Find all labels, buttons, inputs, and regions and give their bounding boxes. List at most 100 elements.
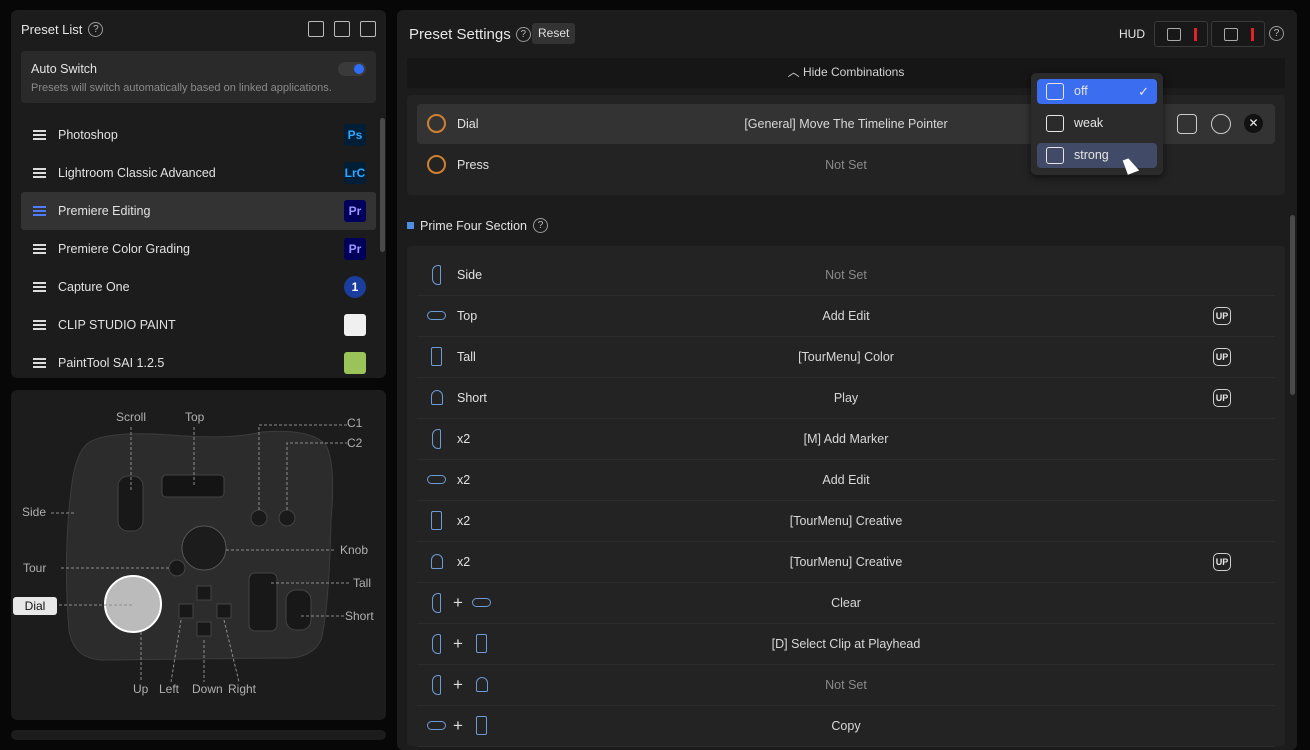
haptic-option-off[interactable]: off ✓ xyxy=(1037,79,1157,104)
hud-list-button[interactable] xyxy=(1154,21,1208,47)
drag-handle-icon[interactable] xyxy=(33,244,46,254)
preset-list-scrollbar[interactable] xyxy=(380,118,385,252)
key-up-badge[interactable]: UP xyxy=(1213,348,1231,366)
drag-handle-icon[interactable] xyxy=(33,282,46,292)
preset-name: Photoshop xyxy=(58,128,118,142)
hud-off-indicator xyxy=(1251,28,1254,41)
app-icon xyxy=(344,352,366,374)
app-icon xyxy=(344,314,366,336)
hud-help-icon[interactable]: ? xyxy=(1269,26,1284,41)
app-icon: Ps xyxy=(344,124,366,146)
mapping-row[interactable]: x2 [TourMenu] Creative UP xyxy=(417,542,1275,583)
preset-item[interactable]: Lightroom Classic Advanced LrC xyxy=(21,154,376,192)
label-up: Up xyxy=(133,682,149,696)
preset-settings-header: Preset Settings ? xyxy=(409,26,531,43)
row-action: Add Edit xyxy=(822,473,870,487)
mapping-row[interactable]: Short Play UP xyxy=(417,378,1275,419)
label-right: Right xyxy=(228,682,257,696)
row-action: Play xyxy=(833,391,859,405)
haptic-weak-icon xyxy=(1046,115,1064,132)
row-action: [M] Add Marker xyxy=(803,432,889,446)
drag-handle-icon[interactable] xyxy=(33,320,46,330)
haptic-option-weak[interactable]: weak xyxy=(1037,111,1157,136)
key-up-badge[interactable]: UP xyxy=(1213,307,1231,325)
label-tour: Tour xyxy=(23,561,47,575)
app-icon: Pr xyxy=(344,238,366,260)
key-up-badge[interactable]: UP xyxy=(1213,553,1231,571)
import-icon[interactable] xyxy=(334,21,350,37)
haptic-option-strong[interactable]: strong xyxy=(1037,143,1157,168)
row-action: [D] Select Clip at Playhead xyxy=(771,637,921,651)
label-knob: Knob xyxy=(340,543,369,557)
label-down: Down xyxy=(192,682,223,696)
hide-combinations-label: Hide Combinations xyxy=(802,65,905,79)
preset-list-header: Preset List ? xyxy=(21,22,104,37)
help-icon[interactable]: ? xyxy=(532,218,548,233)
label-scroll: Scroll xyxy=(116,410,147,424)
preset-item[interactable]: Premiere Color Grading Pr xyxy=(21,230,376,268)
prime-four-section: Side Not Set Top Add Edit UP Tall [TourMenu] C… xyxy=(407,246,1285,747)
preset-list-title: Preset List xyxy=(21,22,83,37)
drag-handle-icon[interactable] xyxy=(33,358,46,368)
label-side: Side xyxy=(22,505,47,519)
chevron-up-icon: ︿ xyxy=(787,65,803,79)
option-label: weak xyxy=(1074,116,1104,130)
preset-actions xyxy=(308,21,376,37)
dpad-icon xyxy=(1224,28,1238,41)
label-tall: Tall xyxy=(353,576,372,590)
list-icon xyxy=(1167,28,1181,41)
mapping-row[interactable]: + Not Set xyxy=(417,665,1275,706)
mapping-row[interactable]: x2 [M] Add Marker xyxy=(417,419,1275,460)
haptic-dropdown: off ✓ weak strong xyxy=(1031,73,1163,175)
device-illustration xyxy=(51,424,349,683)
preset-item[interactable]: Premiere Editing Pr xyxy=(21,192,376,230)
help-icon[interactable]: ? xyxy=(515,27,531,42)
auto-switch-toggle[interactable] xyxy=(338,62,366,76)
hud-device-button[interactable] xyxy=(1211,21,1265,47)
auto-switch-title: Auto Switch xyxy=(31,62,98,76)
row-action: Not Set xyxy=(825,678,867,692)
option-label: strong xyxy=(1074,148,1109,162)
label-left: Left xyxy=(159,682,180,696)
settings-scrollbar[interactable] xyxy=(1290,215,1295,395)
preset-name: Premiere Color Grading xyxy=(58,242,190,256)
export-icon[interactable] xyxy=(308,21,324,37)
preset-name: Lightroom Classic Advanced xyxy=(58,166,216,180)
drag-handle-icon[interactable] xyxy=(33,130,46,140)
label-top: Top xyxy=(185,410,205,424)
preset-settings-title: Preset Settings xyxy=(409,26,511,43)
close-icon[interactable]: ✕ xyxy=(1244,114,1263,133)
mapping-row[interactable]: Side Not Set xyxy=(417,255,1275,296)
drag-handle-icon[interactable] xyxy=(33,168,46,178)
mapping-row[interactable]: + Clear xyxy=(417,583,1275,624)
row-action: Clear xyxy=(831,596,861,610)
preset-item[interactable]: Capture One 1 xyxy=(21,268,376,306)
preset-item[interactable]: PaintTool SAI 1.2.5 xyxy=(21,344,376,382)
mapping-row[interactable]: x2 Add Edit xyxy=(417,460,1275,501)
key-up-badge[interactable]: UP xyxy=(1213,389,1231,407)
label-dial-selected[interactable]: Dial xyxy=(13,597,57,615)
label-c1: C1 xyxy=(347,416,363,430)
preset-item[interactable]: Photoshop Ps xyxy=(21,116,376,154)
row-action: [TourMenu] Color xyxy=(798,350,894,364)
preset-name: Premiere Editing xyxy=(58,204,151,218)
help-icon[interactable]: ? xyxy=(88,22,104,37)
add-preset-icon[interactable] xyxy=(360,21,376,37)
mapping-row[interactable]: Top Add Edit UP xyxy=(417,296,1275,337)
mapping-row[interactable]: x2 [TourMenu] Creative xyxy=(417,501,1275,542)
sensitivity-icon[interactable] xyxy=(1211,114,1231,134)
preset-item[interactable]: CLIP STUDIO PAINT xyxy=(21,306,376,344)
device-diagram-panel: Scroll Top C1 C2 Side Knob Tour Tall Sho… xyxy=(11,390,386,720)
auto-switch-description: Presets will switch automatically based … xyxy=(31,82,332,94)
label-short: Short xyxy=(345,609,374,623)
mapping-row[interactable]: + [D] Select Clip at Playhead xyxy=(417,624,1275,665)
row-action: Not Set xyxy=(825,268,867,282)
reset-button[interactable]: Reset xyxy=(532,23,576,44)
drag-handle-icon[interactable] xyxy=(33,206,46,216)
mapping-row[interactable]: Tall [TourMenu] Color UP xyxy=(417,337,1275,378)
app-icon: 1 xyxy=(344,276,366,298)
app-icon: LrC xyxy=(344,162,366,184)
haptic-icon[interactable] xyxy=(1177,114,1197,134)
label-c2: C2 xyxy=(347,436,363,450)
mapping-row[interactable]: + Copy xyxy=(417,706,1275,747)
